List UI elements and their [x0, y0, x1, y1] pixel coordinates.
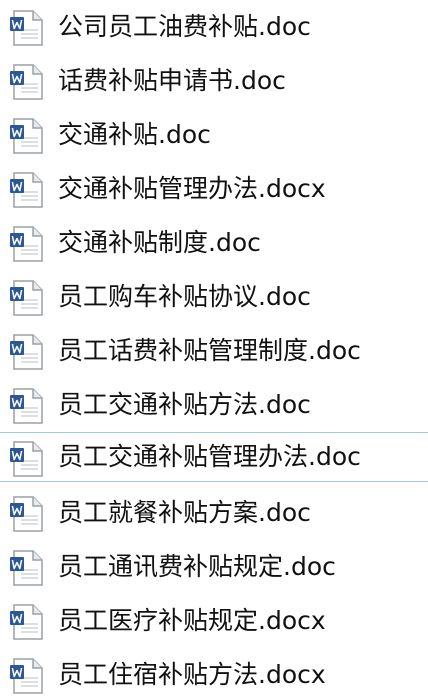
- file-item[interactable]: 交通补贴.doc: [0, 110, 428, 160]
- file-item[interactable]: 员工住宿补贴方法.docx: [0, 650, 428, 700]
- word-document-icon: [10, 334, 43, 370]
- word-document-icon: [10, 658, 43, 694]
- word-document-icon: [10, 118, 43, 154]
- word-document-icon: [10, 604, 43, 640]
- file-item[interactable]: 交通补贴制度.doc: [0, 218, 428, 268]
- file-list: 公司员工油费补贴.doc 话费补贴申请书.doc 交通补贴.doc 交通补贴管理…: [0, 0, 428, 700]
- file-item[interactable]: 公司员工油费补贴.doc: [0, 2, 428, 52]
- word-document-icon: [10, 280, 43, 316]
- file-name: 员工交通补贴方法.doc: [58, 390, 311, 419]
- file-item[interactable]: 话费补贴申请书.doc: [0, 56, 428, 106]
- word-document-icon: [10, 172, 43, 208]
- file-name: 公司员工油费补贴.doc: [58, 12, 311, 41]
- word-document-icon: [10, 226, 43, 262]
- file-name: 员工购车补贴协议.doc: [58, 282, 311, 311]
- file-item[interactable]: 员工通讯费补贴规定.doc: [0, 542, 428, 592]
- file-name: 员工话费补贴管理制度.doc: [58, 336, 361, 365]
- file-item[interactable]: 员工交通补贴管理办法.doc: [0, 432, 428, 482]
- file-item[interactable]: 交通补贴管理办法.docx: [0, 164, 428, 214]
- word-document-icon: [10, 496, 43, 532]
- file-item[interactable]: 员工就餐补贴方案.doc: [0, 488, 428, 538]
- file-item[interactable]: 员工购车补贴协议.doc: [0, 272, 428, 322]
- file-name: 员工交通补贴管理办法.doc: [58, 442, 361, 471]
- file-item[interactable]: 员工交通补贴方法.doc: [0, 380, 428, 430]
- file-item[interactable]: 员工医疗补贴规定.docx: [0, 596, 428, 646]
- file-name: 交通补贴.doc: [58, 120, 211, 149]
- word-document-icon: [10, 550, 43, 586]
- file-name: 员工医疗补贴规定.docx: [58, 606, 326, 635]
- file-item[interactable]: 员工话费补贴管理制度.doc: [0, 326, 428, 376]
- file-name: 交通补贴管理办法.docx: [58, 174, 326, 203]
- file-name: 交通补贴制度.doc: [58, 228, 261, 257]
- word-document-icon: [10, 388, 43, 424]
- word-document-icon: [10, 64, 43, 100]
- file-name: 员工通讯费补贴规定.doc: [58, 552, 336, 581]
- word-document-icon: [10, 10, 43, 46]
- file-name: 员工就餐补贴方案.doc: [58, 498, 311, 527]
- file-name: 话费补贴申请书.doc: [58, 66, 286, 95]
- file-name: 员工住宿补贴方法.docx: [58, 660, 326, 689]
- word-document-icon: [10, 441, 43, 477]
